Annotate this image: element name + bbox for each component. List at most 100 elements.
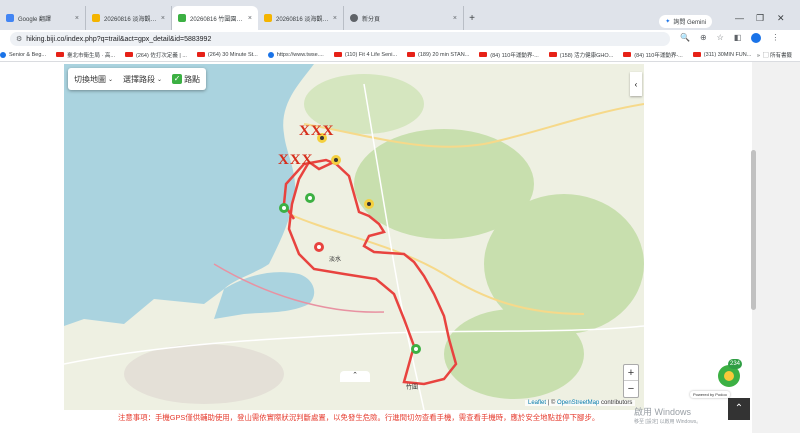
youtube-icon (124, 52, 133, 57)
new-tab-button[interactable]: + (464, 6, 480, 30)
close-icon[interactable]: × (453, 15, 457, 22)
switch-map-label: 切換地圖 (74, 74, 106, 84)
profile-avatar[interactable] (751, 33, 762, 43)
extensions-icon[interactable]: ◧ (734, 33, 742, 43)
window-close-icon[interactable]: ✕ (777, 13, 785, 24)
bookmark-label: https://www.twse.... (276, 51, 324, 58)
bookmark-item[interactable]: (264) 佐打次定義 | ... (124, 51, 187, 59)
youtube-icon (623, 52, 632, 57)
osm-link[interactable]: OpenStreetMap (557, 400, 599, 406)
checkbox-checked-icon[interactable]: ✓ (172, 74, 183, 84)
browser-tab[interactable]: 新分頁 × (344, 6, 464, 30)
close-icon[interactable]: × (248, 15, 252, 22)
powered-by-label: Powered by Podoo (690, 391, 730, 398)
map-tiles[interactable] (64, 64, 644, 410)
minimize-icon[interactable]: — (735, 13, 744, 23)
bookmark-item[interactable]: (264) 30 Minute St... (196, 51, 258, 58)
bookmark-label: (264) 佐打次定義 | ... (135, 52, 187, 59)
map-attribution: Leaflet | © OpenStreetMap contributors (525, 400, 636, 406)
web-icon (0, 51, 6, 58)
bookmark-label: (84) 110年運動界-... (490, 52, 539, 59)
chevron-down-icon: ⌄ (157, 76, 163, 83)
close-icon[interactable]: × (333, 15, 337, 22)
bookmark-label: Senior & Beg... (9, 51, 46, 58)
urban-area (124, 344, 284, 404)
zoom-icon[interactable]: 🔍 (680, 33, 690, 43)
all-bookmarks-label: 所有書籤 (769, 53, 792, 59)
xxx-annotation: XXX (299, 123, 335, 139)
chevron-up-icon: ⌃ (734, 403, 744, 414)
switch-map-dropdown[interactable]: 切換地圖 ⌄ (74, 74, 113, 85)
expand-panel-button[interactable]: ⌃ (340, 371, 370, 382)
xxx-annotation: XXX (278, 152, 314, 168)
chevron-down-icon: ⌄ (108, 76, 114, 83)
hiking-site-icon (178, 14, 186, 22)
all-bookmarks-button[interactable]: » ▢ 所有書籤 (757, 51, 792, 59)
youtube-icon (692, 52, 701, 57)
waypoint-marker[interactable] (314, 242, 324, 252)
bookmark-label: (264) 30 Minute St... (207, 51, 258, 58)
bookmark-item[interactable]: https://www.twse.... (267, 51, 324, 58)
route-map[interactable]: 淡水 竹圍 (64, 64, 644, 410)
close-icon[interactable]: × (161, 15, 165, 22)
youtube-icon (548, 52, 557, 57)
translate-icon[interactable]: ⊕ (700, 33, 707, 43)
leaflet-link[interactable]: Leaflet (528, 400, 546, 406)
youtube-icon (407, 52, 416, 57)
waypoint-marker[interactable] (411, 344, 421, 354)
bookmark-item[interactable]: (110) Fit 4 Life Seni... (333, 52, 397, 58)
page-scrollbar-track (752, 62, 800, 433)
chevron-up-icon: ⌃ (352, 372, 358, 379)
browser-tab[interactable]: Google 翻譯 × (0, 6, 86, 30)
close-icon[interactable]: × (75, 15, 79, 22)
map-toolbar: 切換地圖 ⌄ 選擇路段 ⌄ ✓ 路點 (68, 68, 207, 90)
browser-tab[interactable]: 20260816 淡海觀觀紅樓桿... × (258, 6, 344, 30)
watermark-title: 啟用 Windows (634, 407, 692, 417)
waypoint-marker[interactable] (305, 193, 315, 203)
forest-area (444, 309, 584, 399)
map-place-label: 竹圍 (406, 385, 419, 391)
tab-title: Google 翻譯 (18, 16, 52, 23)
panel-collapse-button[interactable]: ‹ (630, 72, 642, 96)
youtube-icon (196, 52, 205, 57)
bookmark-item[interactable]: Senior & Beg... (0, 51, 46, 58)
trail-points-label: 路點 (184, 74, 201, 84)
back-to-top-button[interactable]: ⌃ (728, 398, 750, 420)
attribution-separator: | © (546, 400, 557, 406)
new-tab-icon (350, 14, 358, 22)
safety-notice: 注意事項：手機GPS僅供輔助使用，登山需依實際狀況判斷處置，以免發生危險。行進間… (118, 413, 600, 422)
youtube-icon (479, 52, 488, 57)
bookmarks-bar: Senior & Beg... 臺北市衛生局 · 高... (264) 佐打次定… (0, 48, 800, 62)
site-info-icon[interactable]: ⚙ (16, 35, 22, 43)
bookmark-item[interactable]: (189) 20 min STAN... (407, 52, 469, 58)
waypoint-marker[interactable] (331, 155, 341, 165)
browser-tab-active[interactable]: 20260816 竹圍園小(淡海觀觀... × (172, 6, 258, 30)
browser-tab[interactable]: 20260816 淡海觀觀紅樓桿... × (86, 6, 172, 30)
address-bar: ⚙ hiking.biji.co/index.php?q=trail&act=g… (0, 30, 800, 48)
waypoint-marker[interactable] (364, 199, 374, 209)
tab-title: 新分頁 (362, 16, 381, 23)
zoom-in-button[interactable]: + (624, 365, 638, 381)
bookmark-item[interactable]: (311) 30MIN FUN... (692, 52, 751, 58)
youtube-icon (56, 52, 64, 57)
star-icon[interactable]: ☆ (717, 33, 724, 43)
watermark-subtitle: 移至 [設定] 以啟用 Windows。 (634, 419, 702, 425)
attribution-contributors: contributors (599, 400, 633, 406)
restore-icon[interactable]: ❐ (756, 13, 764, 24)
zoom-out-button[interactable]: − (624, 381, 638, 397)
bookmark-item[interactable]: (84) 110年運動界-... (623, 51, 683, 59)
url-input[interactable]: ⚙ hiking.biji.co/index.php?q=trail&act=g… (10, 32, 670, 46)
select-route-dropdown[interactable]: 選擇路段 ⌄ (123, 74, 162, 85)
bookmark-item[interactable]: 臺北市衛生局 · 高... (56, 51, 115, 59)
hiking-site-icon (92, 14, 100, 22)
waypoint-marker[interactable] (279, 203, 289, 213)
bookmark-item[interactable]: (158) 活力健康GHO... (548, 51, 613, 59)
chat-face-icon (724, 371, 734, 381)
gemini-button[interactable]: ✦ 詢問 Gemini (659, 15, 712, 28)
url-text: hiking.biji.co/index.php?q=trail&act=gpx… (26, 35, 212, 43)
menu-icon[interactable]: ⋮ (771, 33, 779, 43)
bookmark-label: (84) 110年運動界-... (634, 52, 683, 59)
bookmark-item[interactable]: (84) 110年運動界-... (479, 51, 539, 59)
page-scrollbar-thumb[interactable] (751, 150, 756, 310)
trail-points-toggle[interactable]: ✓ 路點 (172, 74, 200, 85)
